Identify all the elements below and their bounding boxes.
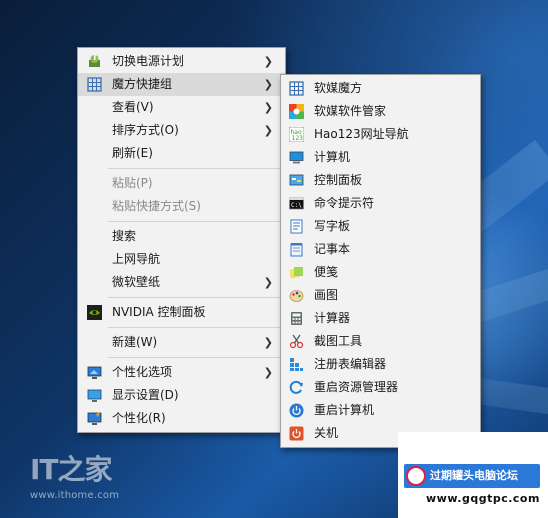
ithome-logo: IT之家 [30, 453, 113, 486]
menu-item-search[interactable]: 搜索 [78, 225, 285, 248]
hao123-icon: hao 123 [289, 127, 304, 142]
submenu-item-command-prompt[interactable]: C:\ 命令提示符 [281, 192, 480, 215]
menu-separator [108, 168, 283, 169]
ithome-url: www.ithome.com [30, 490, 120, 501]
submenu-item-paint[interactable]: 画图 [281, 284, 480, 307]
personalize-icon [87, 411, 102, 426]
menu-item-power-plan[interactable]: 切换电源计划 ❯ [78, 50, 285, 73]
svg-text:C:\: C:\ [291, 202, 302, 209]
chevron-right-icon: ❯ [263, 366, 273, 379]
power-plan-icon [87, 54, 102, 69]
ithome-watermark: IT之家 www.ithome.com [30, 448, 119, 501]
forum-title: 过期罐头电脑论坛 [430, 469, 518, 482]
menu-item-refresh[interactable]: 刷新(E) [78, 142, 285, 165]
submenu-item-notepad[interactable]: 记事本 [281, 238, 480, 261]
menu-item-paste[interactable]: 粘贴(P) [78, 172, 285, 195]
forum-banner: 过期罐头电脑论坛 [404, 464, 540, 488]
menu-separator [108, 221, 283, 222]
menu-item-display-settings[interactable]: 显示设置(D) [78, 384, 285, 407]
chevron-right-icon: ❯ [263, 336, 273, 349]
chevron-right-icon: ❯ [263, 55, 273, 68]
menu-item-view[interactable]: 查看(V) ❯ [78, 96, 285, 119]
forum-url: www.gqgtpc.com [426, 492, 540, 505]
submenu-item-snipping-tool[interactable]: 截图工具 [281, 330, 480, 353]
submenu-item-software-manager[interactable]: 软媒软件管家 [281, 100, 480, 123]
submenu-item-computer[interactable]: 计算机 [281, 146, 480, 169]
submenu-item-registry-editor[interactable]: 注册表编辑器 [281, 353, 480, 376]
sticky-notes-icon [289, 265, 304, 280]
restart-computer-icon [289, 403, 304, 418]
menu-separator [108, 357, 283, 358]
submenu-item-restart-computer[interactable]: 重启计算机 [281, 399, 480, 422]
menu-item-nvidia-control-panel[interactable]: NVIDIA 控制面板 [78, 301, 285, 324]
grid-icon [289, 81, 304, 96]
menu-item-microsoft-wallpaper[interactable]: 微软壁纸 ❯ [78, 271, 285, 294]
notepad-icon [289, 242, 304, 257]
monitor-personalize-icon [87, 365, 102, 380]
calculator-icon [289, 311, 304, 326]
restart-explorer-icon [289, 380, 304, 395]
menu-item-personalize[interactable]: 个性化(R) [78, 407, 285, 430]
wordpad-icon [289, 219, 304, 234]
submenu-item-calculator[interactable]: 计算器 [281, 307, 480, 330]
menu-item-personalize-options[interactable]: 个性化选项 ❯ [78, 361, 285, 384]
menu-item-web-navigation[interactable]: 上网导航 [78, 248, 285, 271]
snipping-tool-icon [289, 334, 304, 349]
menu-item-sort-by[interactable]: 排序方式(O) ❯ [78, 119, 285, 142]
forum-logo-icon [406, 466, 426, 486]
chevron-right-icon: ❯ [263, 124, 273, 137]
chevron-right-icon: ❯ [263, 276, 273, 289]
menu-item-paste-shortcut[interactable]: 粘贴快捷方式(S) [78, 195, 285, 218]
menu-item-mofang-shortcuts[interactable]: 魔方快捷组 ❯ [78, 73, 285, 96]
grid-icon [87, 77, 102, 92]
menu-item-new[interactable]: 新建(W) ❯ [78, 331, 285, 354]
chevron-right-icon: ❯ [263, 101, 273, 114]
submenu-item-control-panel[interactable]: 控制面板 [281, 169, 480, 192]
submenu-item-ruanmei-mofang[interactable]: 软媒魔方 [281, 77, 480, 100]
mofang-shortcuts-submenu: 软媒魔方 软媒软件管家 hao 123 Hao123网址导航 计算机 控制面板 C… [280, 74, 481, 448]
menu-separator [108, 327, 283, 328]
display-settings-icon [87, 388, 102, 403]
menu-separator [108, 297, 283, 298]
control-panel-icon [289, 173, 304, 188]
desktop-context-menu: 切换电源计划 ❯ 魔方快捷组 ❯ 查看(V) ❯ 排序方式(O) ❯ 刷新(E)… [77, 47, 286, 433]
command-prompt-icon: C:\ [289, 196, 304, 211]
software-manager-icon [289, 104, 304, 119]
registry-editor-icon [289, 357, 304, 372]
submenu-item-restart-explorer[interactable]: 重启资源管理器 [281, 376, 480, 399]
submenu-item-wordpad[interactable]: 写字板 [281, 215, 480, 238]
computer-icon [289, 150, 304, 165]
shutdown-icon [289, 426, 304, 441]
nvidia-icon [87, 305, 102, 320]
svg-text:123: 123 [292, 135, 304, 142]
submenu-item-hao123[interactable]: hao 123 Hao123网址导航 [281, 123, 480, 146]
paint-icon [289, 288, 304, 303]
submenu-item-sticky-notes[interactable]: 便笺 [281, 261, 480, 284]
forum-watermark: 过期罐头电脑论坛 www.gqgtpc.com [398, 432, 548, 518]
chevron-right-icon: ❯ [263, 78, 273, 91]
